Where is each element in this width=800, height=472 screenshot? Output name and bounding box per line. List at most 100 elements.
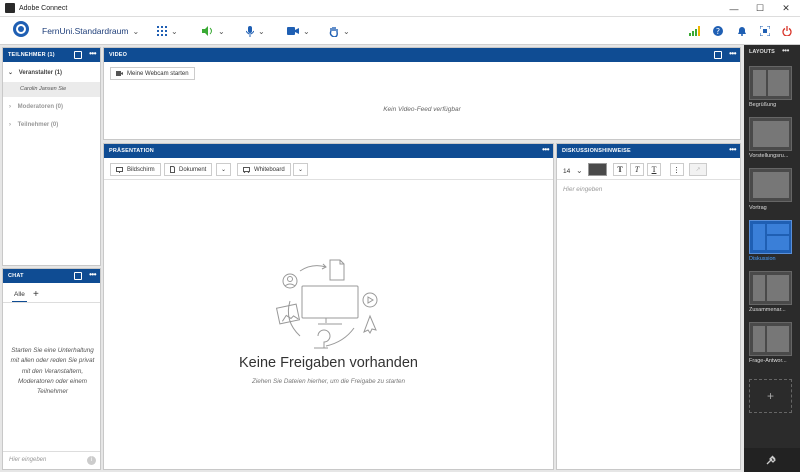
layouts-footer — [744, 448, 800, 472]
underline-icon[interactable]: T — [647, 163, 661, 176]
more-options-icon[interactable]: ••• — [542, 144, 549, 156]
link-icon[interactable]: ↗ — [689, 163, 707, 176]
document-dropdown[interactable]: ⌄ — [216, 163, 231, 176]
microphone-icon — [246, 25, 254, 37]
share-document-button[interactable]: Dokument — [164, 163, 213, 176]
divider — [3, 302, 100, 303]
share-whiteboard-button[interactable]: Whiteboard — [237, 163, 291, 176]
chevron-down-icon: ⌄ — [258, 26, 265, 36]
apps-menu[interactable]: ⌄ — [157, 24, 178, 38]
info-icon[interactable]: i — [87, 456, 96, 465]
speaker-icon — [202, 26, 212, 36]
more-options-icon[interactable]: ••• — [782, 46, 789, 55]
camera-menu[interactable]: ⌄ — [287, 24, 310, 38]
share-screen-button[interactable]: Bildschirm — [110, 163, 161, 176]
microphone-menu[interactable]: ⌄ — [246, 24, 265, 38]
layout-thumbnail[interactable] — [749, 117, 792, 151]
fullscreen-icon[interactable] — [714, 51, 722, 59]
layout-label[interactable]: Zusammenar... — [749, 307, 795, 313]
notes-header: DISKUSSIONSHINWEISE ••• — [557, 144, 740, 158]
chat-tab-label: Alle — [14, 291, 25, 298]
main-toolbar: FernUni.Standardraum ⌄ ⌄ ⌄ ⌄ ⌄ ⌄ ? — [0, 17, 800, 45]
maximize-icon[interactable]: ☐ — [747, 0, 773, 17]
presentation-panel: PRÄSENTATION ••• Bildschirm Dokument ⌄ W… — [103, 143, 554, 470]
attendees-header: TEILNEHMER (1) ••• — [3, 48, 100, 62]
speaker-menu[interactable]: ⌄ — [202, 24, 225, 38]
layout-label[interactable]: Vorstellungsru... — [749, 153, 795, 159]
chevron-right-icon: › — [9, 122, 11, 128]
adobe-connect-logo-icon — [5, 3, 15, 13]
chevron-down-icon: ⌄ — [8, 70, 14, 76]
more-options-icon[interactable]: ••• — [89, 48, 96, 60]
chat-title: CHAT — [8, 273, 24, 279]
power-icon[interactable] — [782, 24, 792, 38]
notifications-bell-icon[interactable] — [737, 24, 747, 38]
video-title: VIDEO — [109, 52, 128, 58]
layout-thumbnail[interactable] — [749, 322, 792, 356]
layout-label[interactable]: Vortrag — [749, 205, 795, 211]
plus-icon: + — [766, 389, 774, 403]
more-options-icon[interactable]: ••• — [729, 48, 736, 60]
empty-share-hint: Ziehen Sie Dateien hierher, um die Freig… — [252, 378, 405, 385]
chevron-down-icon: ⌄ — [576, 166, 583, 175]
chat-header: CHAT ••• — [3, 269, 100, 283]
raise-hand-menu[interactable]: ⌄ — [329, 24, 350, 38]
italic-icon[interactable]: T — [630, 163, 644, 176]
no-video-feed-message: Kein Video-Feed verfügbar — [383, 106, 461, 113]
chat-tab-all[interactable]: Alle — [12, 291, 27, 302]
layout-thumbnail-selected[interactable] — [749, 220, 792, 254]
chevron-down-icon: ⌄ — [343, 26, 350, 36]
share-illustration-icon — [275, 259, 378, 349]
tools-icon[interactable] — [766, 455, 776, 465]
attendee-row[interactable]: Carolin Jansen Sie — [3, 82, 100, 97]
group-participants[interactable]: › Teilnehmer (0) — [9, 122, 58, 128]
attendees-title: TEILNEHMER (1) — [8, 52, 55, 58]
group-label: Teilnehmer (0) — [17, 122, 59, 128]
attendees-panel: TEILNEHMER (1) ••• ⌄ Veranstalter (1) Ca… — [2, 47, 101, 266]
fullscreen-icon[interactable] — [760, 24, 770, 38]
add-chat-tab-button[interactable]: + — [33, 289, 39, 300]
attendee-name: Carolin Jansen — [20, 86, 57, 92]
fullscreen-icon[interactable] — [74, 51, 82, 59]
layout-label[interactable]: Frage-Antwor... — [749, 358, 795, 364]
connection-signal-icon[interactable] — [689, 24, 700, 38]
more-options-icon[interactable]: ••• — [729, 144, 736, 156]
layouts-title: LAYOUTS — [749, 49, 775, 55]
start-webcam-button[interactable]: Meine Webcam starten — [110, 67, 195, 80]
layout-thumbnail[interactable] — [749, 271, 792, 305]
add-layout-button[interactable]: + — [749, 379, 792, 413]
layout-label[interactable]: Begrüßung — [749, 102, 795, 108]
more-options-icon[interactable]: ••• — [89, 269, 96, 281]
font-size-value: 14 — [563, 168, 571, 175]
share-document-label: Dokument — [179, 166, 207, 173]
font-size-select[interactable]: 14 ⌄ — [563, 166, 583, 175]
document-icon — [170, 166, 175, 173]
chat-input[interactable]: Hier eingeben i — [3, 451, 100, 469]
start-webcam-label: Meine Webcam starten — [127, 70, 189, 77]
minimize-icon[interactable]: — — [721, 0, 747, 17]
group-hosts[interactable]: ⌄ Veranstalter (1) — [8, 69, 62, 76]
notes-placeholder[interactable]: Hier eingeben — [563, 186, 602, 193]
whiteboard-dropdown[interactable]: ⌄ — [293, 163, 308, 176]
bold-icon[interactable]: T — [613, 163, 627, 176]
notes-title: DISKUSSIONSHINWEISE — [562, 148, 631, 154]
fernuni-logo-icon — [12, 21, 30, 37]
layout-label-selected[interactable]: Diskussion — [749, 256, 795, 262]
camera-icon — [287, 27, 299, 35]
close-icon[interactable]: ✕ — [773, 0, 799, 17]
layout-thumbnail[interactable] — [749, 168, 792, 202]
whiteboard-icon — [243, 166, 250, 173]
group-label: Moderatoren (0) — [17, 104, 64, 110]
svg-text:?: ? — [716, 27, 720, 36]
help-icon[interactable]: ? — [713, 24, 723, 38]
group-presenters[interactable]: › Moderatoren (0) — [9, 104, 63, 110]
video-header: VIDEO ••• — [104, 48, 740, 62]
monitor-icon — [116, 166, 123, 173]
layout-thumbnail[interactable] — [749, 66, 792, 100]
chat-input-placeholder: Hier eingeben — [9, 457, 47, 463]
text-color-picker[interactable] — [588, 163, 607, 176]
fullscreen-icon[interactable] — [74, 272, 82, 280]
room-menu[interactable]: FernUni.Standardraum ⌄ — [42, 24, 139, 38]
presentation-title: PRÄSENTATION — [109, 148, 154, 154]
bullet-list-icon[interactable] — [670, 163, 684, 176]
